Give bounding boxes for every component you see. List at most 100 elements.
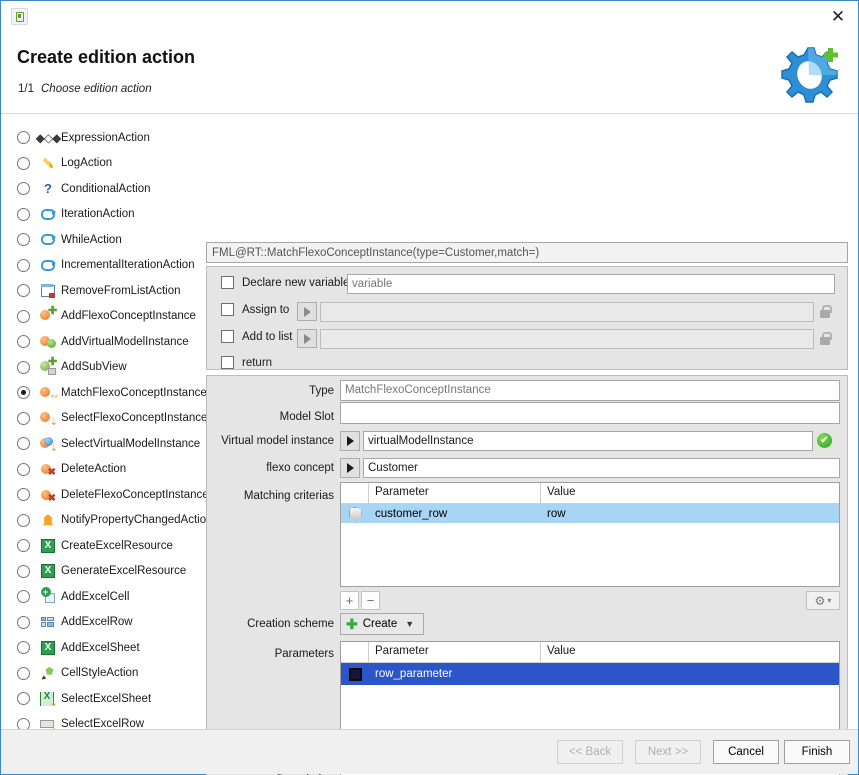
binding-options-group: Declare new variable Assign to Add to li… xyxy=(206,266,848,370)
excel-icon xyxy=(40,538,56,554)
radio-button[interactable] xyxy=(17,131,30,145)
action-item-expressionaction[interactable]: ◆◇◆ ExpressionAction xyxy=(1,125,204,151)
model-slot-field[interactable] xyxy=(340,402,840,424)
variable-input[interactable] xyxy=(347,274,835,294)
action-item-addexcelrow[interactable]: AddExcelRow xyxy=(1,610,204,636)
assign-to-browse-button[interactable] xyxy=(297,302,317,321)
expression-field: FML@RT::MatchFlexoConceptInstance(type=C… xyxy=(206,242,848,263)
action-item-removefromlistaction[interactable]: RemoveFromListAction xyxy=(1,278,204,304)
action-item-selectvirtualmodelinstance[interactable]: ⇣ SelectVirtualModelInstance xyxy=(1,431,204,457)
action-item-selectflexoconceptinstance[interactable]: ⇣ SelectFlexoConceptInstance xyxy=(1,406,207,432)
create-edition-action-dialog: ✕ Create edition action 1/1 Choose editi… xyxy=(0,0,859,775)
loop-icon xyxy=(40,206,56,222)
assign-to-checkbox[interactable] xyxy=(221,303,234,316)
action-item-whileaction[interactable]: WhileAction xyxy=(1,227,204,253)
add-to-list-browse-button[interactable] xyxy=(297,329,317,348)
creation-scheme-dropdown[interactable]: ✚ Create ▼ xyxy=(340,613,424,635)
action-item-addvirtualmodelinstance[interactable]: AddVirtualModelInstance xyxy=(1,329,204,355)
action-item-iterationaction[interactable]: IterationAction xyxy=(1,202,204,228)
add-to-list-input[interactable] xyxy=(320,329,814,349)
matching-criterias-table[interactable]: Parameter Value customer_row row xyxy=(340,482,840,587)
declare-new-variable-checkbox[interactable] xyxy=(221,276,234,289)
action-item-label: AddFlexoConceptInstance xyxy=(61,310,196,323)
table-row[interactable]: customer_row row xyxy=(341,504,839,523)
radio-button[interactable] xyxy=(17,437,30,451)
bell-icon xyxy=(42,514,54,526)
remove-matching-criteria-button[interactable]: − xyxy=(361,591,380,610)
action-item-addexcelcell[interactable]: AddExcelCell xyxy=(1,584,204,610)
cancel-button[interactable]: Cancel xyxy=(713,740,779,764)
radio-button[interactable] xyxy=(17,207,30,221)
radio-button[interactable] xyxy=(17,488,30,502)
radio-button[interactable] xyxy=(17,692,30,706)
action-item-label: ConditionalAction xyxy=(61,182,151,195)
radio-button[interactable] xyxy=(17,182,30,196)
action-item-label: NotifyPropertyChangedAction xyxy=(61,514,213,527)
radio-button[interactable] xyxy=(17,156,30,170)
virtual-model-instance-browse-button[interactable] xyxy=(340,431,360,451)
flexo-concept-field[interactable]: Customer xyxy=(363,458,840,478)
radio-button[interactable] xyxy=(17,539,30,553)
excel-select-icon: ⇣ xyxy=(40,691,58,708)
pencil-icon xyxy=(40,155,56,171)
chevron-down-icon: ▼ xyxy=(405,619,415,629)
action-item-conditionalaction[interactable]: ? ConditionalAction xyxy=(1,176,204,202)
action-item-createexcelresource[interactable]: CreateExcelResource xyxy=(1,533,204,559)
close-icon[interactable]: ✕ xyxy=(826,6,850,28)
radio-button[interactable] xyxy=(17,615,30,629)
radio-button[interactable] xyxy=(17,284,30,298)
finish-button[interactable]: Finish xyxy=(784,740,850,764)
radio-button[interactable] xyxy=(17,233,30,247)
table-row[interactable]: row_parameter row ✔ xyxy=(341,663,839,685)
radio-button[interactable] xyxy=(17,641,30,655)
radio-button[interactable] xyxy=(17,411,30,425)
return-checkbox[interactable] xyxy=(221,356,234,369)
action-item-addexcelsheet[interactable]: AddExcelSheet xyxy=(1,635,204,661)
action-item-deleteflexoconceptinstance[interactable]: ✖ DeleteFlexoConceptInstance xyxy=(1,482,209,508)
action-item-label: AddVirtualModelInstance xyxy=(61,335,189,348)
dialog-body: ◆◇◆ ExpressionAction LogAction? Conditional… xyxy=(1,114,858,775)
action-item-cellstyleaction[interactable]: CellStyleAction xyxy=(1,661,204,687)
radio-button[interactable] xyxy=(17,590,30,604)
matching-table-options-button[interactable]: ⚙ ▾ xyxy=(806,591,840,610)
radio-button[interactable] xyxy=(17,666,30,680)
radio-button[interactable] xyxy=(17,386,30,400)
radio-button[interactable] xyxy=(17,309,30,323)
back-button[interactable]: << Back xyxy=(557,740,623,764)
action-item-selectexcelsheet[interactable]: ⇣SelectExcelSheet xyxy=(1,686,204,712)
action-item-label: DeleteAction xyxy=(61,463,127,476)
add-to-list-checkbox[interactable] xyxy=(221,330,234,343)
action-item-matchflexoconceptinstance[interactable]: ∾ MatchFlexoConceptInstance xyxy=(1,380,207,406)
orange-ball-select-icon: ⇣ xyxy=(40,410,58,428)
radio-button[interactable] xyxy=(17,564,30,578)
orange-ball-select-icon: ⇣ xyxy=(40,410,58,428)
matching-table-toolbar: + − xyxy=(340,591,380,610)
virtual-model-instance-field[interactable]: virtualModelInstance xyxy=(363,431,813,451)
action-item-deleteaction[interactable]: ✖ DeleteAction xyxy=(1,457,204,483)
excel-icon xyxy=(40,563,56,579)
dialog-header: Create edition action 1/1 Choose edition… xyxy=(1,33,858,114)
action-item-incrementaliterationaction[interactable]: IncrementalIterationAction xyxy=(1,253,204,279)
virtual-model-instance-label: Virtual model instance xyxy=(221,435,334,447)
excel-cell-add-icon xyxy=(40,587,55,604)
type-field: MatchFlexoConceptInstance xyxy=(340,380,840,401)
radio-button[interactable] xyxy=(17,513,30,527)
radio-button[interactable] xyxy=(17,258,30,272)
assign-to-input[interactable] xyxy=(320,302,814,322)
action-item-addflexoconceptinstance[interactable]: ✚ AddFlexoConceptInstance xyxy=(1,304,204,330)
next-button[interactable]: Next >> xyxy=(635,740,701,764)
action-item-label: SelectExcelSheet xyxy=(61,692,152,705)
column-header-value: Value xyxy=(547,645,576,657)
action-type-list[interactable]: ◆◇◆ ExpressionAction LogAction? Conditional… xyxy=(1,114,213,759)
action-item-addsubview[interactable]: ✚ AddSubView xyxy=(1,355,204,381)
action-item-label: WhileAction xyxy=(61,233,122,246)
radio-button[interactable] xyxy=(17,335,30,349)
radio-button[interactable] xyxy=(17,462,30,476)
add-matching-criteria-button[interactable]: + xyxy=(340,591,359,610)
action-item-generateexcelresource[interactable]: GenerateExcelResource xyxy=(1,559,204,585)
action-item-notifypropertychangedaction[interactable]: NotifyPropertyChangedAction xyxy=(1,508,213,534)
orange-ball-delete-icon: ✖ xyxy=(40,487,56,503)
flexo-concept-browse-button[interactable] xyxy=(340,458,360,478)
action-item-logaction[interactable]: LogAction xyxy=(1,151,204,177)
radio-button[interactable] xyxy=(17,360,30,374)
